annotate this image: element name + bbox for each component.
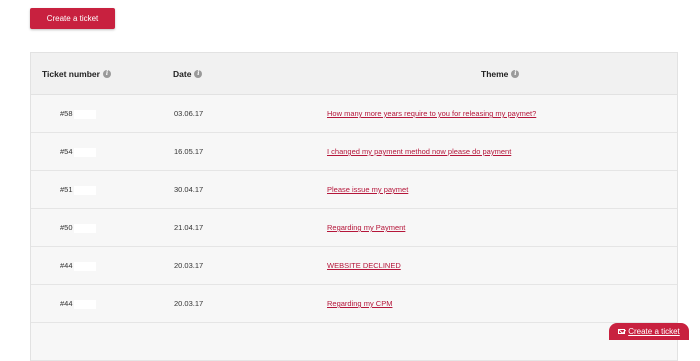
floating-create-ticket-label: Create a ticket (628, 327, 680, 336)
ticket-date: 16.05.17 (174, 147, 204, 156)
ticket-theme-link[interactable]: WEBSITE DECLINED (327, 261, 401, 270)
ticket-date: 20.03.17 (174, 299, 204, 308)
ticket-theme-link[interactable]: How many more years require to you for r… (327, 109, 536, 118)
ticket-theme-link[interactable]: I changed my payment method now please d… (327, 147, 511, 156)
ticket-date: 21.04.17 (174, 223, 204, 232)
header-date-label: Date (173, 69, 192, 79)
table-row: #54 16.05.17 I changed my payment method… (31, 133, 677, 171)
ticket-date: 03.06.17 (174, 109, 204, 118)
ticket-number: #44 (60, 261, 96, 271)
table-row: #51 30.04.17 Please issue my paymet (31, 171, 677, 209)
ticket-number: #44 (60, 299, 96, 309)
floating-create-ticket-button[interactable]: Create a ticket (609, 323, 689, 340)
header-theme: Theme i (481, 69, 520, 79)
ticket-theme-link[interactable]: Regarding my Payment (327, 223, 405, 232)
create-ticket-button[interactable]: Create a ticket (30, 8, 115, 29)
table-row: #50 21.04.17 Regarding my Payment (31, 209, 677, 247)
table-header: Ticket number i Date i Theme i (31, 53, 677, 95)
info-icon[interactable]: i (194, 70, 203, 78)
table-row: #44 20.03.17 Regarding my CPM (31, 285, 677, 323)
table-row: #58 03.06.17 How many more years require… (31, 95, 677, 133)
ticket-number: #58 (60, 109, 96, 119)
table-row: #44 20.03.17 WEBSITE DECLINED (31, 247, 677, 285)
header-theme-label: Theme (481, 69, 509, 79)
ticket-number: #51 (60, 185, 96, 195)
info-icon[interactable]: i (511, 70, 520, 78)
tickets-table: Ticket number i Date i Theme i #58 03.06… (30, 52, 678, 361)
ticket-number: #54 (60, 147, 96, 157)
ticket-date: 30.04.17 (174, 185, 204, 194)
ticket-theme-link[interactable]: Regarding my CPM (327, 299, 392, 308)
header-ticket-number-label: Ticket number (42, 69, 100, 79)
ticket-theme-link[interactable]: Please issue my paymet (327, 185, 408, 194)
envelope-icon (618, 329, 626, 334)
ticket-date: 20.03.17 (174, 261, 204, 270)
header-date: Date i (173, 69, 203, 79)
ticket-number: #50 (60, 223, 96, 233)
header-ticket-number: Ticket number i (42, 69, 111, 79)
table-row (31, 323, 677, 361)
info-icon[interactable]: i (102, 70, 111, 78)
